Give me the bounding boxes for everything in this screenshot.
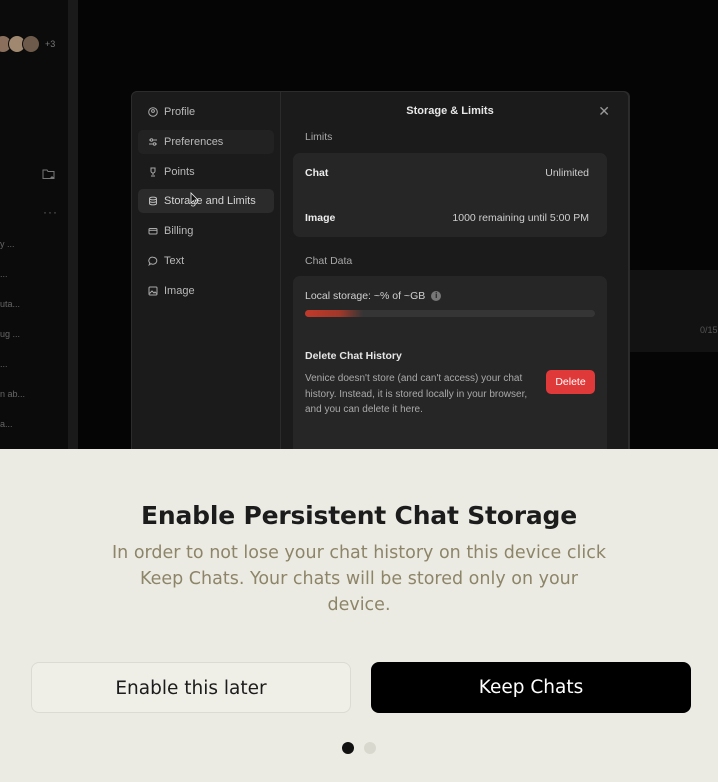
storage-progress-bar — [305, 310, 595, 317]
list-item: uta... — [0, 299, 21, 309]
enable-later-button[interactable]: Enable this later — [31, 662, 351, 713]
limit-value: 1000 remaining until 5:00 PM — [452, 212, 589, 224]
keep-chats-button[interactable]: Keep Chats — [371, 662, 691, 713]
limit-value: Unlimited — [545, 167, 589, 179]
pagination-dot[interactable] — [364, 742, 376, 754]
nav-item-label: Preferences — [164, 135, 224, 148]
nav-item-label: Points — [164, 165, 195, 178]
limits-heading: Limits — [305, 131, 333, 143]
dialog-title: Storage & Limits — [406, 105, 494, 117]
new-folder-icon — [42, 168, 55, 183]
user-icon — [148, 107, 158, 117]
list-item: ug ... — [0, 329, 21, 339]
nav-item-label: Text — [164, 254, 185, 267]
onboarding-subtext: In order to not lose your chat history o… — [112, 543, 606, 615]
background-chat-list: y ... ... uta... ug ... ... n ab... a... — [0, 238, 68, 448]
local-storage-text: Local storage: ~% of ~GB — [305, 290, 426, 302]
pagination-dot[interactable] — [342, 742, 354, 754]
nav-item-points: Points — [138, 160, 274, 184]
pagination-dots — [0, 742, 718, 754]
background-input-panel — [630, 270, 718, 352]
nav-item-image: Image — [138, 279, 274, 303]
background-divider — [68, 0, 78, 449]
image-icon — [148, 286, 158, 296]
limit-row-image: Image 1000 remaining until 5:00 PM — [305, 212, 589, 224]
chat-bubble-icon — [148, 256, 158, 266]
mouse-cursor-icon — [190, 192, 199, 210]
delete-history-description: Venice doesn't store (and can't access) … — [305, 373, 528, 415]
delete-history-title: Delete Chat History — [305, 350, 402, 362]
limit-row-chat: Chat Unlimited — [305, 167, 589, 179]
limit-label: Chat — [305, 167, 329, 179]
list-item: y ... — [0, 239, 15, 249]
local-storage-label: Local storage: ~% of ~GB i — [305, 290, 442, 302]
list-item: ... — [0, 359, 8, 369]
nav-item-profile: Profile — [138, 100, 274, 124]
storage-progress-fill — [305, 310, 363, 317]
nav-item-label: Billing — [164, 225, 194, 238]
avatar-group: +3 — [0, 35, 55, 53]
info-icon: i — [431, 291, 442, 301]
nav-item-label: Profile — [164, 106, 196, 118]
trophy-icon — [148, 167, 158, 177]
onboarding-headline: Enable Persistent Chat Storage — [140, 501, 578, 530]
credit-card-icon — [148, 226, 158, 236]
nav-item-label: Storage and Limits — [164, 195, 256, 208]
nav-item-preferences: Preferences — [138, 129, 274, 154]
chat-data-card: Local storage: ~% of ~GB i Delete Chat H… — [293, 276, 607, 449]
list-item: ... — [0, 269, 8, 279]
close-icon: ✕ — [598, 103, 610, 119]
nav-item-label: Image — [164, 284, 195, 297]
more-icon: ··· — [43, 205, 58, 219]
list-item: a... — [0, 419, 13, 429]
settings-content: Storage & Limits ✕ Limits Chat Unlimited… — [282, 92, 628, 449]
nav-item-billing: Billing — [138, 219, 274, 243]
onboarding-panel: Enable Persistent Chat Storage In order … — [0, 449, 718, 782]
feature-preview-screenshot: +3 ··· y ... ... uta... ug ... ... n ab.… — [0, 0, 718, 449]
character-counter: 0/15 — [700, 325, 718, 335]
limits-card: Chat Unlimited Image 1000 remaining unti… — [293, 153, 607, 237]
settings-nav: Profile Preferences Points Storage and L… — [132, 92, 281, 449]
nav-item-text: Text — [138, 249, 274, 273]
settings-dialog: Profile Preferences Points Storage and L… — [131, 91, 629, 449]
limit-label: Image — [305, 212, 336, 224]
database-icon — [148, 196, 158, 206]
nav-item-storage: Storage and Limits — [138, 189, 274, 214]
avatar — [22, 35, 40, 53]
delete-button: Delete — [546, 370, 595, 394]
sliders-icon — [148, 137, 158, 147]
chat-data-heading: Chat Data — [305, 255, 353, 267]
list-item: n ab... — [0, 389, 26, 399]
avatar-more-count: +3 — [45, 39, 56, 49]
